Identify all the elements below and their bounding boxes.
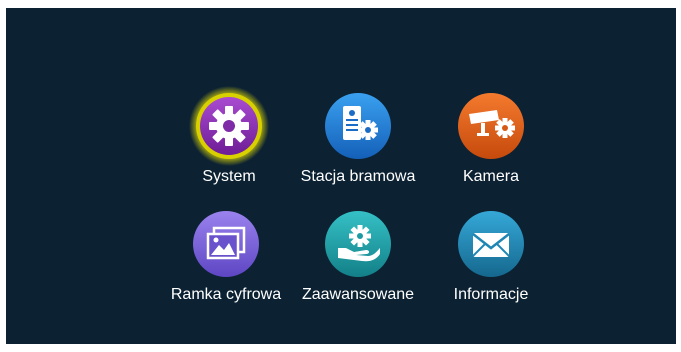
menu-item-label: Ramka cyfrowa [170,286,282,303]
picture-frame-icon [186,204,266,284]
main-menu-screen: System Stacja bramowa Kamera Ramka cyfro… [6,8,676,344]
hand-gear-icon [318,204,398,284]
menu-item-label: Zaawansowane [301,286,415,303]
menu-item-door-station[interactable]: Stacja bramowa [283,86,433,196]
menu-item-information[interactable]: Informacje [416,204,566,314]
door-station-icon [318,86,398,166]
menu-item-advanced[interactable]: Zaawansowane [283,204,433,314]
camera-icon [451,86,531,166]
envelope-icon [451,204,531,284]
menu-item-camera[interactable]: Kamera [416,86,566,196]
menu-item-system[interactable]: System [154,86,304,196]
menu-item-label: Kamera [462,168,520,185]
menu-item-digital-frame[interactable]: Ramka cyfrowa [151,204,301,314]
menu-item-label: Informacje [453,286,529,303]
menu-item-label: Stacja bramowa [300,168,416,185]
gear-icon [189,86,269,166]
menu-item-label: System [202,168,256,185]
